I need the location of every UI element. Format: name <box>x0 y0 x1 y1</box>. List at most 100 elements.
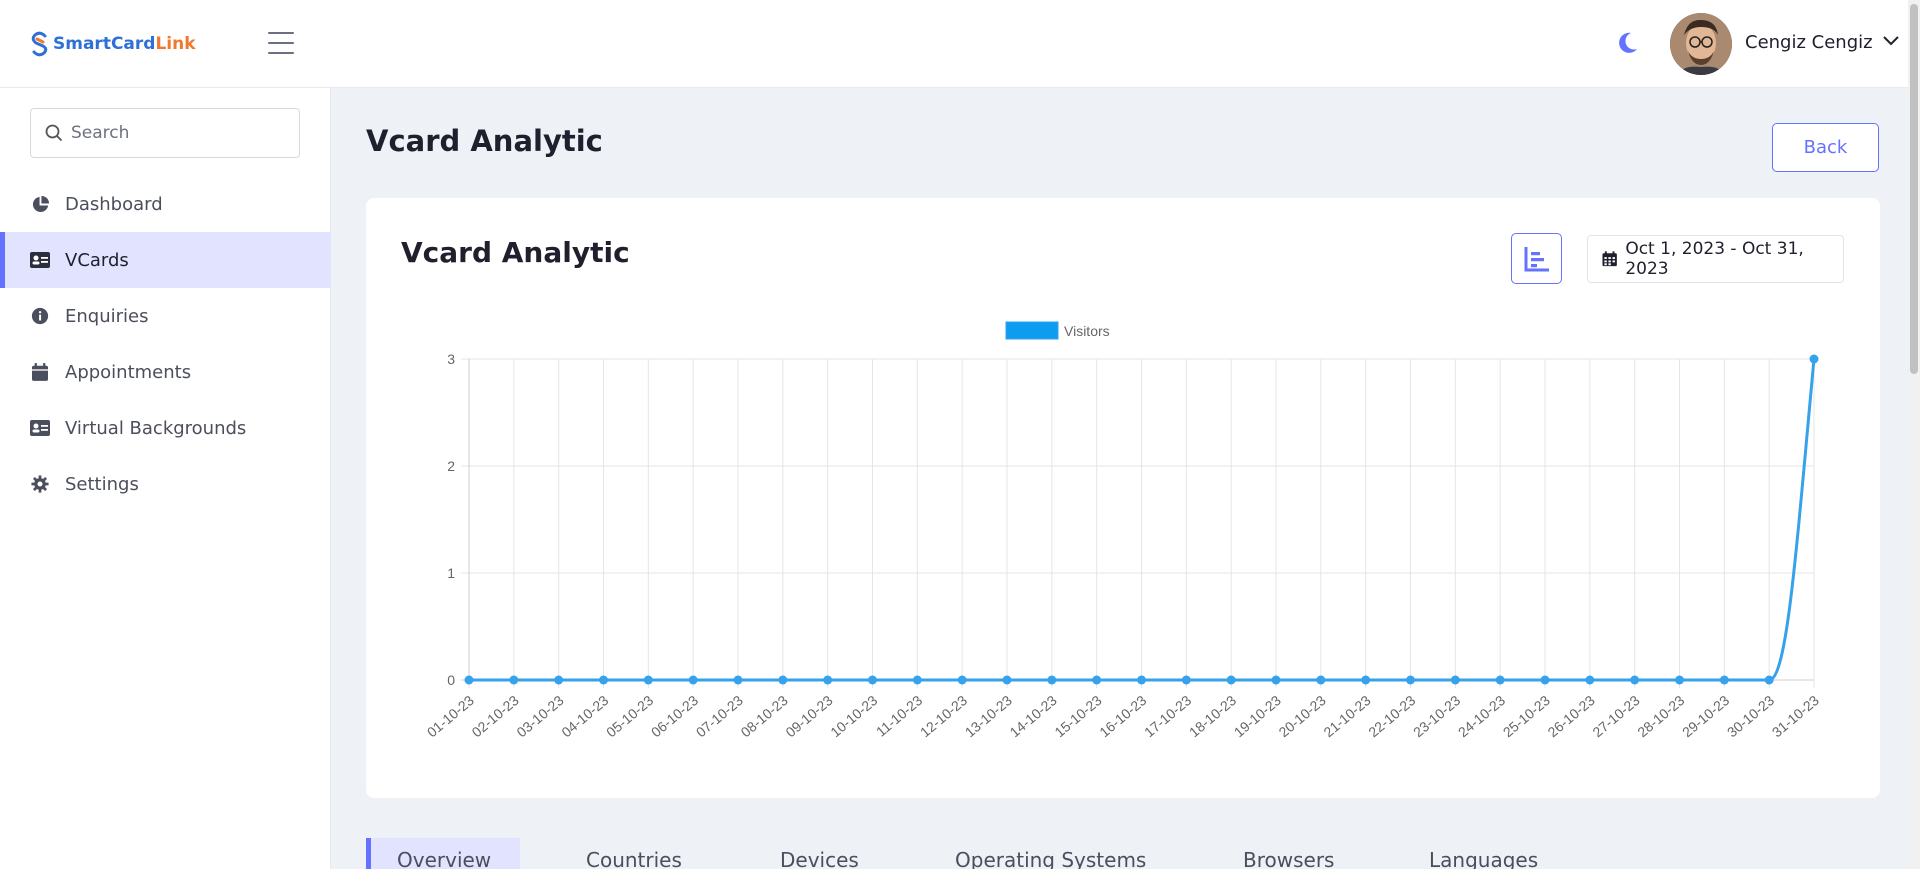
sidebar-item-virtual-backgrounds[interactable]: Virtual Backgrounds <box>0 400 331 456</box>
x-tick-label: 15-10-23 <box>1051 692 1104 740</box>
logo-text-link: Link <box>155 34 196 54</box>
analytics-card: Vcard Analytic Oct 1, 2023 - Oct 31, 202… <box>366 198 1880 798</box>
chevron-down-icon[interactable] <box>1882 34 1900 48</box>
data-point <box>688 675 698 685</box>
data-point <box>464 675 474 685</box>
data-point <box>1585 675 1595 685</box>
sidebar-item-label: VCards <box>65 249 129 271</box>
data-point <box>1271 675 1281 685</box>
data-point <box>1316 675 1326 685</box>
data-point <box>509 675 519 685</box>
x-tick-label: 10-10-23 <box>827 692 880 740</box>
logo-text-smartcard: SmartCard <box>53 34 156 54</box>
data-point <box>1361 675 1371 685</box>
x-tick-label: 13-10-23 <box>962 692 1015 740</box>
x-tick-label: 14-10-23 <box>1007 692 1060 740</box>
data-point <box>1450 675 1460 685</box>
data-point <box>823 675 833 685</box>
data-point <box>1630 675 1640 685</box>
data-point <box>1406 675 1415 685</box>
data-point <box>957 675 967 685</box>
page-scrollbar[interactable] <box>1908 0 1920 869</box>
y-tick-label: 3 <box>447 351 455 367</box>
sidebar-item-label: Enquiries <box>65 305 149 327</box>
tab-browsers[interactable]: Browsers <box>1243 838 1334 869</box>
x-tick-label: 05-10-23 <box>603 692 656 740</box>
data-point <box>912 675 922 685</box>
visitors-line-chart: Visitors 0 1 2 3 01-10-2302-10-2303-10-2304… <box>424 321 1822 740</box>
scrollbar-thumb[interactable] <box>1910 4 1918 374</box>
x-tick-label: 25-10-23 <box>1500 692 1553 740</box>
legend-swatch <box>1005 321 1059 340</box>
x-tick-label: 18-10-23 <box>1186 692 1239 740</box>
y-axis-ticks: 0 1 2 3 <box>447 351 455 688</box>
data-point <box>868 675 877 685</box>
dark-mode-moon-icon[interactable] <box>1614 30 1640 56</box>
x-tick-label: 23-10-23 <box>1410 692 1463 740</box>
tab-overview[interactable]: Overview <box>366 838 520 869</box>
data-point <box>1675 675 1684 685</box>
search-input[interactable] <box>71 123 271 143</box>
x-tick-label: 08-10-23 <box>738 692 791 740</box>
user-avatar[interactable] <box>1670 13 1732 75</box>
pie-chart-icon <box>30 194 50 214</box>
search-icon <box>45 124 63 142</box>
x-tick-label: 27-10-23 <box>1589 692 1642 740</box>
x-tick-label: 19-10-23 <box>1231 692 1284 740</box>
tab-devices[interactable]: Devices <box>780 838 859 869</box>
user-name[interactable]: Cengiz Cengiz <box>1745 32 1873 53</box>
sidebar-item-label: Dashboard <box>65 193 163 215</box>
x-tick-label: 22-10-23 <box>1365 692 1418 740</box>
sidebar-item-label: Virtual Backgrounds <box>65 417 247 439</box>
id-card-icon <box>30 250 50 270</box>
x-tick-label: 03-10-23 <box>513 692 566 740</box>
menu-toggle-icon[interactable] <box>268 32 294 54</box>
x-tick-label: 26-10-23 <box>1545 692 1598 740</box>
x-tick-label: 11-10-23 <box>873 692 926 740</box>
chart-grid <box>461 358 1815 688</box>
data-point <box>1495 675 1505 685</box>
sidebar-item-enquiries[interactable]: Enquiries <box>0 288 331 344</box>
data-point <box>1137 675 1146 685</box>
info-icon <box>30 306 50 326</box>
legend-label: Visitors <box>1064 323 1110 339</box>
x-tick-label: 04-10-23 <box>558 692 611 740</box>
app-logo[interactable]: SmartCard Link <box>30 31 196 57</box>
sidebar-item-dashboard[interactable]: Dashboard <box>0 176 331 232</box>
data-point <box>1047 675 1057 685</box>
y-tick-label: 0 <box>447 672 455 688</box>
data-point <box>1002 675 1012 685</box>
tab-countries[interactable]: Countries <box>586 838 682 869</box>
back-button[interactable]: Back <box>1772 123 1879 172</box>
data-point <box>1540 675 1550 685</box>
sidebar-nav: Dashboard VCards Enquiries Appointments … <box>0 176 331 512</box>
sidebar-item-appointments[interactable]: Appointments <box>0 344 331 400</box>
data-point <box>1226 675 1236 685</box>
x-tick-label: 28-10-23 <box>1634 692 1687 740</box>
data-point <box>1809 354 1819 364</box>
data-point <box>1719 675 1729 685</box>
x-tick-label: 06-10-23 <box>648 692 701 740</box>
x-tick-label: 29-10-23 <box>1679 692 1732 740</box>
x-tick-label: 12-10-23 <box>917 692 970 740</box>
gear-icon <box>30 474 50 494</box>
data-point <box>733 675 743 685</box>
x-tick-label: 24-10-23 <box>1455 692 1508 740</box>
data-point <box>1764 675 1774 685</box>
tab-languages[interactable]: Languages <box>1429 838 1538 869</box>
x-tick-label: 16-10-23 <box>1096 692 1149 740</box>
id-card-icon <box>30 418 50 438</box>
calendar-icon <box>30 362 50 382</box>
sidebar-item-label: Settings <box>65 473 139 495</box>
sidebar-item-vcards[interactable]: VCards <box>0 232 331 288</box>
sidebar-item-settings[interactable]: Settings <box>0 456 331 512</box>
search-field[interactable] <box>30 108 300 158</box>
x-tick-label: 01-10-23 <box>424 692 477 740</box>
tab-operating-systems[interactable]: Operating Systems <box>955 838 1146 869</box>
y-tick-label: 1 <box>447 565 455 581</box>
chart-legend: Visitors <box>1005 321 1110 340</box>
data-point <box>1181 675 1191 685</box>
sidebar-item-label: Appointments <box>65 361 192 383</box>
x-tick-label: 07-10-23 <box>693 692 746 740</box>
x-tick-label: 31-10-23 <box>1769 692 1822 740</box>
